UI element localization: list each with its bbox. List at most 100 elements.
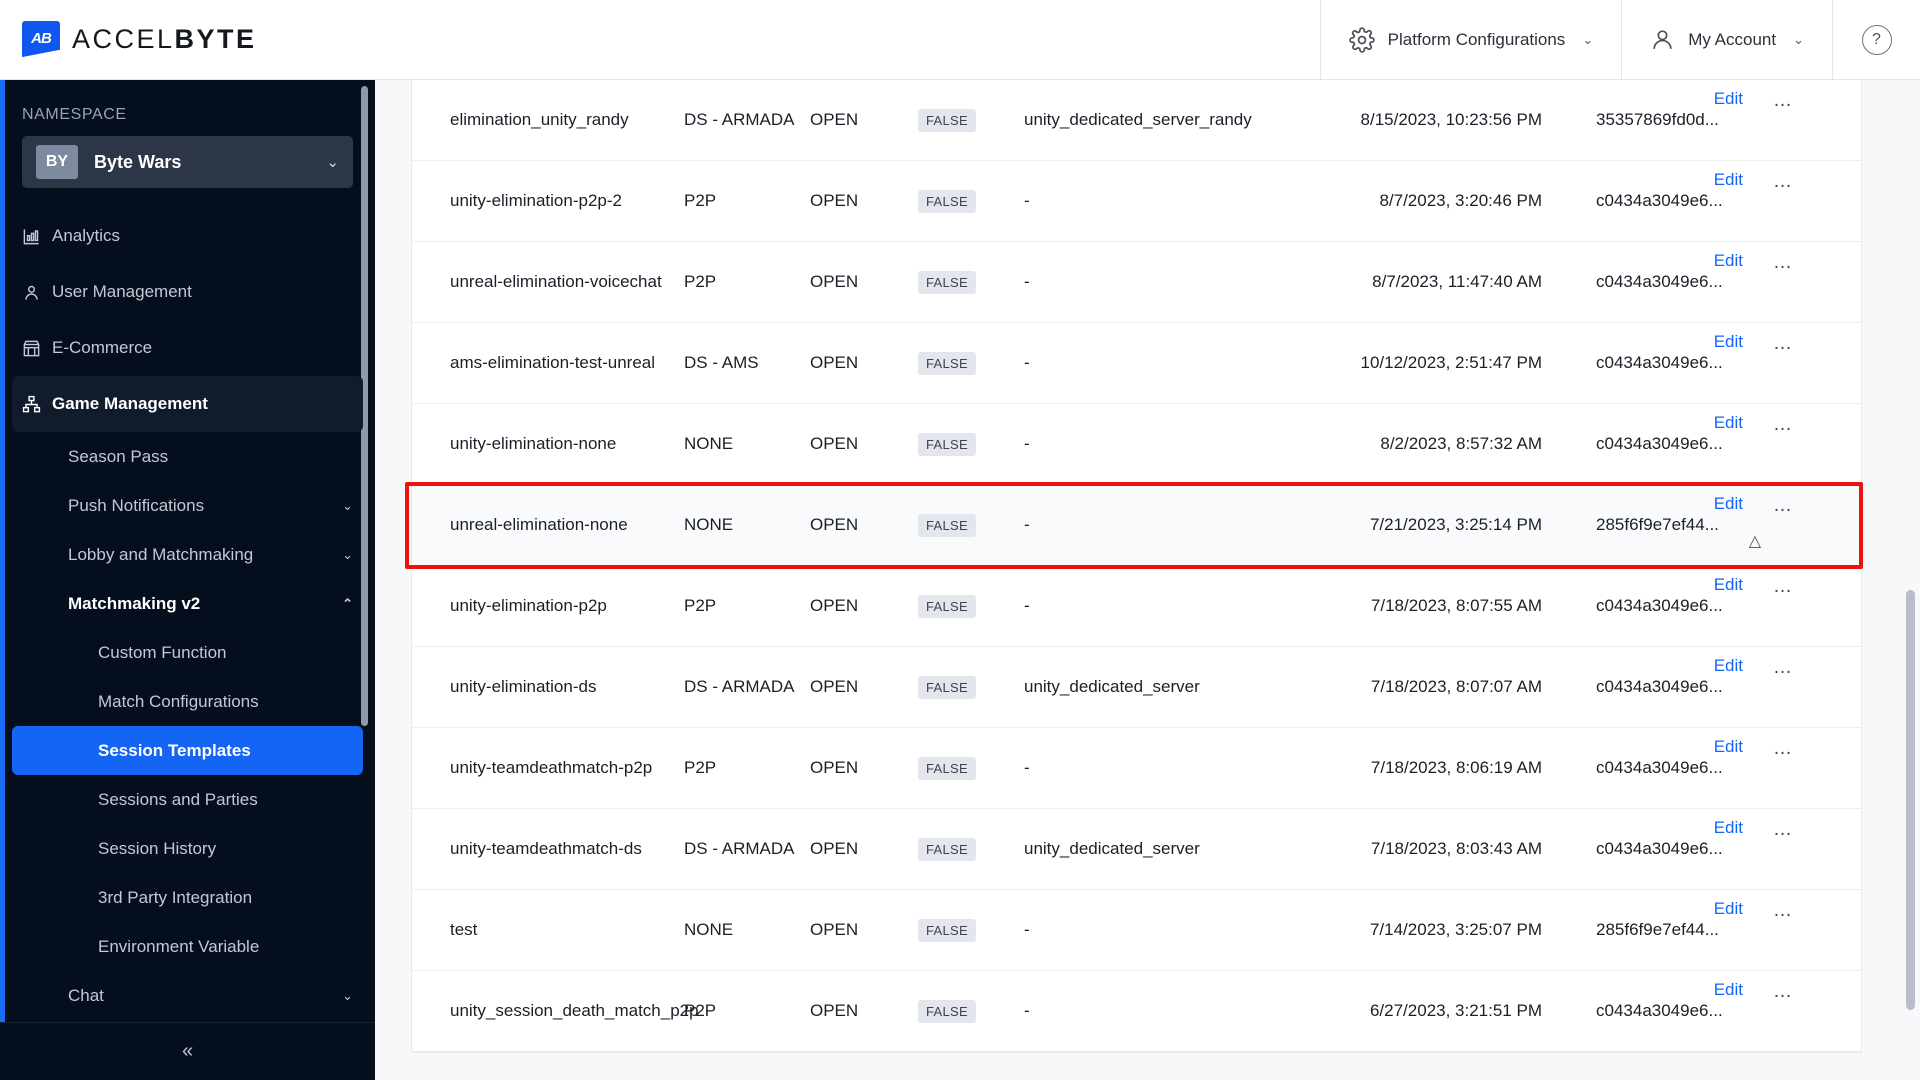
sidebar-item-game-management[interactable]: Game Management — [0, 375, 363, 433]
gear-icon — [1348, 26, 1375, 53]
edit-button[interactable]: Edit — [1714, 494, 1743, 514]
sidebar-item-session-history[interactable]: Session History — [12, 824, 363, 873]
accelbyte-logo[interactable]: AB ACCELBYTE — [0, 20, 257, 59]
sidebar-item-label: Sessions and Parties — [98, 789, 258, 809]
cell-joinability: OPEN — [810, 758, 859, 777]
cell-server: unity_dedicated_server — [1024, 677, 1200, 696]
sidebar-item-matchmaking-v2[interactable]: Matchmaking v2 ⌃ — [0, 579, 375, 628]
more-actions-button[interactable]: … — [1773, 414, 1793, 436]
sidebar-item-label: Push Notifications — [68, 495, 205, 515]
table-row[interactable]: test NONE OPEN FALSE - 7/14/2023, 3:25:0… — [412, 890, 1861, 971]
sidebar-item-analytics[interactable]: Analytics — [0, 208, 375, 264]
my-account-menu[interactable]: My Account ⌄ — [1621, 0, 1832, 80]
status-badge: FALSE — [918, 999, 976, 1023]
more-actions-button[interactable]: … — [1773, 171, 1793, 193]
cell-joinability: OPEN — [810, 191, 859, 210]
cell-actions: Edit … — [1714, 251, 1861, 294]
top-header-bar: AB ACCELBYTE Platform Configurations ⌄ M… — [0, 0, 1920, 80]
namespace-badge: BY — [36, 145, 78, 179]
edit-button[interactable]: Edit — [1714, 575, 1743, 595]
cell-id: c0434a3049e6... — [1596, 272, 1723, 291]
edit-button[interactable]: Edit — [1714, 656, 1743, 676]
edit-button[interactable]: Edit — [1714, 980, 1743, 1000]
more-actions-button[interactable]: … — [1773, 900, 1793, 922]
sidebar-item-3rd-party-integration[interactable]: 3rd Party Integration — [12, 873, 363, 922]
more-actions-button[interactable]: … — [1773, 576, 1793, 598]
sidebar-item-season-pass[interactable]: Season Pass — [0, 432, 375, 481]
more-actions-button[interactable]: … — [1773, 657, 1793, 679]
store-icon — [22, 339, 52, 358]
cell-date: 7/21/2023, 3:25:14 PM — [1369, 515, 1542, 534]
cell-actions: Edit … — [1714, 899, 1861, 942]
more-actions-button[interactable]: … — [1773, 738, 1793, 760]
cell-server: - — [1024, 434, 1030, 453]
cell-date: 8/15/2023, 10:23:56 PM — [1360, 110, 1542, 129]
sidebar-item-environment-variable[interactable]: Environment Variable — [12, 922, 363, 971]
table-row[interactable]: unreal-elimination-voicechat P2P OPEN FA… — [412, 242, 1861, 323]
edit-button[interactable]: Edit — [1714, 170, 1743, 190]
sidebar-item-chat[interactable]: Chat ⌄ — [0, 971, 375, 1020]
more-actions-button[interactable]: … — [1773, 495, 1793, 517]
accelbyte-logo-text: ACCELBYTE — [72, 24, 257, 55]
cell-joinability: OPEN — [810, 515, 859, 534]
sidebar-item-e-commerce[interactable]: E-Commerce — [0, 320, 375, 376]
table-row[interactable]: unity-teamdeathmatch-p2p P2P OPEN FALSE … — [412, 728, 1861, 809]
cell-id: c0434a3049e6... — [1596, 191, 1723, 210]
cell-flag: FALSE — [918, 421, 1024, 468]
cell-type: DS - ARMADA — [684, 839, 795, 858]
bar-chart-icon — [22, 227, 52, 246]
content-scrollbar[interactable] — [1906, 590, 1915, 1010]
cell-date: 7/18/2023, 8:07:55 AM — [1370, 596, 1542, 615]
sidebar-collapse-button[interactable]: « — [0, 1022, 375, 1080]
table-row[interactable]: ams-elimination-test-unreal DS - AMS OPE… — [412, 323, 1861, 404]
table-row[interactable]: unity_session_death_match_p2p P2P OPEN F… — [412, 971, 1861, 1052]
table-row[interactable]: unity-elimination-none NONE OPEN FALSE -… — [412, 404, 1861, 485]
edit-button[interactable]: Edit — [1714, 251, 1743, 271]
namespace-selector[interactable]: BY Byte Wars ⌄ — [22, 136, 353, 188]
sidebar-item-label: Custom Function — [98, 642, 227, 662]
edit-button[interactable]: Edit — [1714, 332, 1743, 352]
cell-name: unity-elimination-none — [450, 434, 617, 453]
table-row[interactable]: unity-elimination-p2p P2P OPEN FALSE - 7… — [412, 566, 1861, 647]
edit-button[interactable]: Edit — [1714, 737, 1743, 757]
chevron-up-icon[interactable]: △ — [1749, 531, 1761, 551]
table-row-highlighted[interactable]: unreal-elimination-none NONE OPEN FALSE … — [412, 485, 1861, 566]
cell-date: 7/18/2023, 8:06:19 AM — [1370, 758, 1542, 777]
more-actions-button[interactable]: … — [1773, 333, 1793, 355]
cell-date: 8/2/2023, 8:57:32 AM — [1380, 434, 1542, 453]
table-row[interactable]: unity-elimination-ds DS - ARMADA OPEN FA… — [412, 647, 1861, 728]
status-badge: FALSE — [918, 108, 976, 132]
sidebar-item-label: Analytics — [52, 226, 121, 245]
table-row[interactable]: elimination_unity_randy DS - ARMADA OPEN… — [412, 80, 1861, 161]
sidebar-item-custom-function[interactable]: Custom Function — [12, 628, 363, 677]
edit-button[interactable]: Edit — [1714, 413, 1743, 433]
cell-id: 285f6f9e7ef44... — [1596, 920, 1719, 939]
cell-server: - — [1024, 191, 1030, 210]
table-row[interactable]: unity-elimination-p2p-2 P2P OPEN FALSE -… — [412, 161, 1861, 242]
cell-server: - — [1024, 1001, 1030, 1020]
sidebar-item-session-templates[interactable]: Session Templates — [12, 726, 363, 775]
cell-flag: FALSE — [918, 664, 1024, 711]
sidebar-item-match-configurations[interactable]: Match Configurations — [12, 677, 363, 726]
help-button[interactable]: ? — [1832, 0, 1920, 80]
cell-joinability: OPEN — [810, 677, 859, 696]
cell-name: unity-teamdeathmatch-p2p — [450, 758, 653, 777]
more-actions-button[interactable]: … — [1773, 819, 1793, 841]
cell-name: unity-elimination-ds — [450, 677, 597, 696]
more-actions-button[interactable]: … — [1773, 981, 1793, 1003]
edit-button[interactable]: Edit — [1714, 89, 1743, 109]
edit-button[interactable]: Edit — [1714, 899, 1743, 919]
more-actions-button[interactable]: … — [1773, 252, 1793, 274]
chevron-up-icon: ⌃ — [342, 595, 353, 611]
cell-flag: FALSE — [918, 907, 1024, 954]
cell-actions: Edit … — [1714, 332, 1861, 375]
sidebar-item-push-notifications[interactable]: Push Notifications ⌄ — [0, 481, 375, 530]
table-row[interactable]: unity-teamdeathmatch-ds DS - ARMADA OPEN… — [412, 809, 1861, 890]
platform-configurations-menu[interactable]: Platform Configurations ⌄ — [1319, 0, 1622, 80]
more-actions-button[interactable]: … — [1773, 90, 1793, 112]
edit-button[interactable]: Edit — [1714, 818, 1743, 838]
main-content: elimination_unity_randy DS - ARMADA OPEN… — [375, 80, 1920, 1080]
sidebar-item-lobby-and-matchmaking[interactable]: Lobby and Matchmaking ⌄ — [0, 530, 375, 579]
sidebar-item-user-management[interactable]: User Management — [0, 264, 375, 320]
sidebar-item-sessions-and-parties[interactable]: Sessions and Parties — [12, 775, 363, 824]
